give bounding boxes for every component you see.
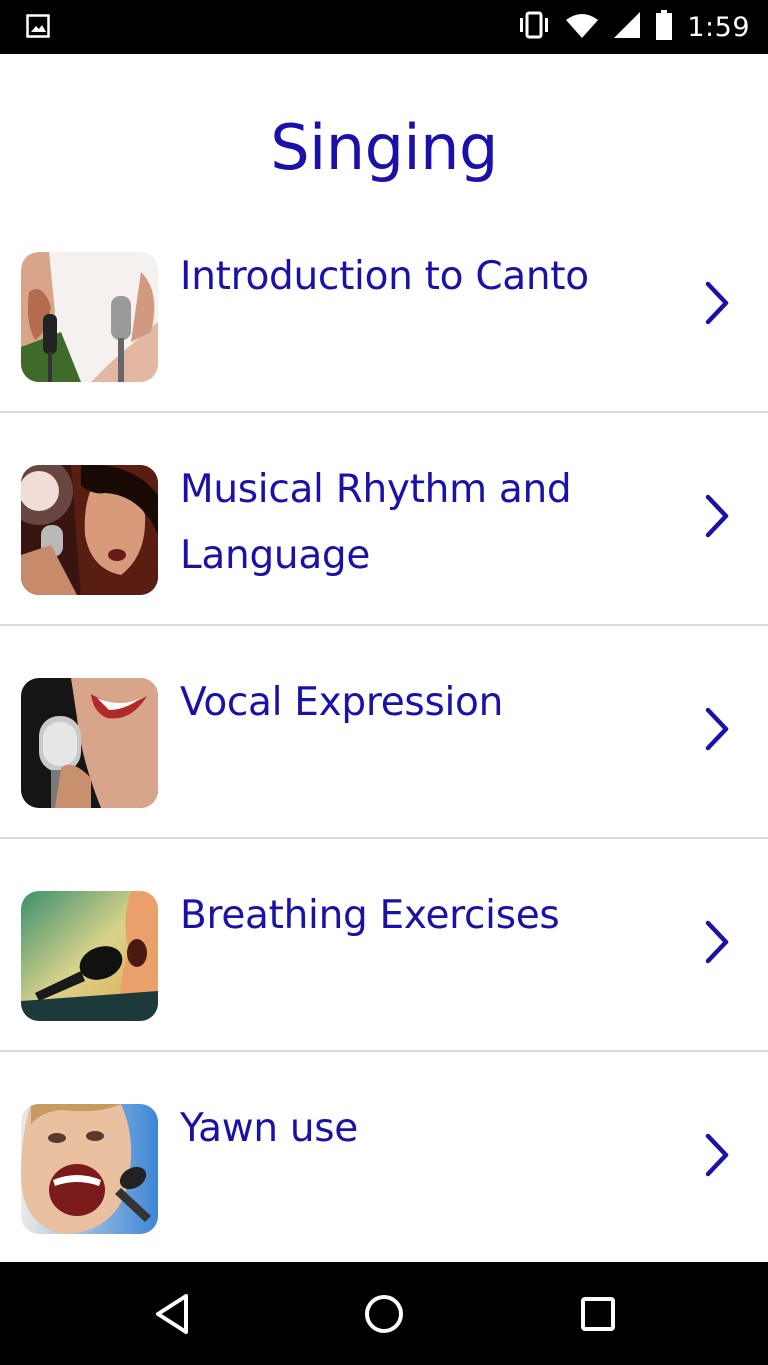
singer-microphone-thumbnail: [21, 465, 158, 595]
lesson-item-label: Vocal Expression: [180, 680, 503, 725]
cell-signal-icon: [613, 11, 641, 44]
lesson-item-label: Yawn use: [180, 1106, 358, 1151]
back-icon[interactable]: [146, 1288, 198, 1340]
lesson-item-label: Musical Rhythm and Language: [180, 467, 572, 578]
chevron-right-icon: [700, 917, 734, 967]
lesson-item-breathing-exercises[interactable]: Breathing Exercises: [0, 839, 768, 1052]
singer-microphone-thumbnail: [21, 252, 158, 382]
status-bar: 1:59: [0, 0, 768, 54]
home-icon[interactable]: [358, 1288, 410, 1340]
singer-microphone-thumbnail: [21, 891, 158, 1021]
chevron-right-icon: [700, 278, 734, 328]
lesson-item-label: Breathing Exercises: [180, 893, 560, 938]
image-notification-icon: [26, 14, 50, 43]
screen: 1:59 Singing Introduction to Canto Music…: [0, 0, 768, 1365]
chevron-right-icon: [700, 1130, 734, 1180]
chevron-right-icon: [700, 704, 734, 754]
singer-microphone-thumbnail: [21, 1104, 158, 1234]
lesson-item-vocal-expression[interactable]: Vocal Expression: [0, 626, 768, 839]
lesson-item-label: Introduction to Canto: [180, 254, 589, 299]
lesson-item-musical-rhythm-and-language[interactable]: Musical Rhythm and Language: [0, 413, 768, 626]
vibrate-icon: [517, 11, 551, 44]
status-time: 1:59: [687, 11, 750, 43]
lesson-item-yawn-use[interactable]: Yawn use: [0, 1052, 768, 1265]
navigation-bar: [0, 1262, 768, 1365]
lesson-item-introduction-to-canto[interactable]: Introduction to Canto: [0, 200, 768, 413]
singer-microphone-thumbnail: [21, 678, 158, 808]
page-title: Singing: [270, 111, 498, 184]
battery-icon: [655, 9, 673, 45]
chevron-right-icon: [700, 491, 734, 541]
recents-icon[interactable]: [572, 1288, 624, 1340]
wifi-icon: [565, 12, 599, 43]
